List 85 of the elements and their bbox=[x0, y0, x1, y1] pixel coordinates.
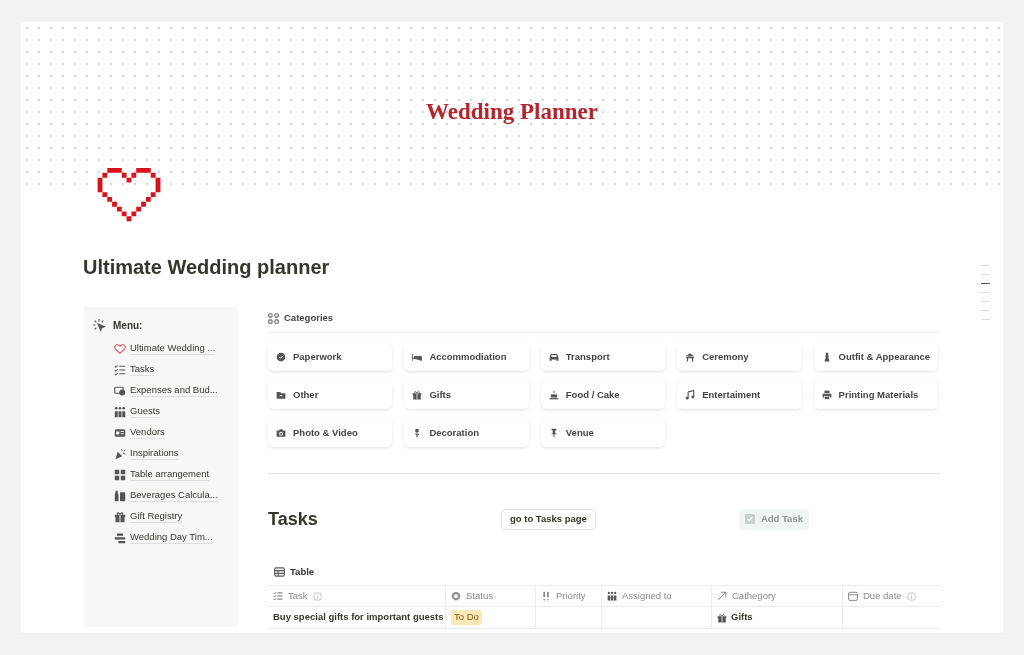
money-icon bbox=[114, 384, 126, 397]
category-card[interactable]: Paperwork bbox=[268, 343, 393, 371]
menu-link[interactable]: Expenses and Bud... bbox=[130, 384, 218, 397]
grid-icon bbox=[268, 312, 279, 324]
category-card[interactable]: Photo & Video bbox=[268, 419, 393, 447]
gift-icon bbox=[114, 510, 126, 523]
cover-title: Wedding Planner bbox=[426, 98, 598, 127]
category-label: Paperwork bbox=[293, 349, 342, 364]
categories-label: Categories bbox=[284, 310, 334, 325]
menu-link[interactable]: Guests bbox=[130, 405, 161, 418]
category-card[interactable]: Entertaiment bbox=[677, 381, 802, 409]
checklist-icon bbox=[114, 363, 126, 376]
checklist-icon bbox=[273, 591, 283, 601]
category-label: Entertaiment bbox=[702, 387, 761, 402]
heart-icon bbox=[114, 342, 126, 355]
category-label: Outfit & Appearance bbox=[838, 349, 931, 364]
bed-icon bbox=[412, 352, 423, 362]
check-badge-icon bbox=[276, 352, 286, 362]
people-icon bbox=[607, 591, 617, 601]
menu-link[interactable]: Ultimate Wedding ... bbox=[130, 342, 216, 355]
category-card[interactable]: Accommodiation bbox=[404, 343, 529, 371]
category-card[interactable]: Food / Cake bbox=[540, 381, 666, 409]
menu-link[interactable]: Table arrangement bbox=[130, 468, 210, 481]
gift-icon bbox=[717, 612, 727, 623]
table-icon bbox=[274, 567, 285, 577]
party-popper-icon bbox=[114, 447, 126, 460]
category-card[interactable]: Printing Materials bbox=[813, 381, 938, 409]
column-header[interactable]: Task bbox=[268, 586, 446, 606]
page-title: Ultimate Wedding planner bbox=[83, 255, 330, 280]
category-card[interactable]: Transport bbox=[540, 343, 666, 371]
category-label: Photo & Video bbox=[293, 425, 358, 440]
menu-link[interactable]: Gift Registry bbox=[130, 510, 183, 523]
camera-icon bbox=[276, 428, 286, 438]
view-tab[interactable]: Table bbox=[290, 564, 315, 580]
category-label: Accommodiation bbox=[429, 349, 507, 364]
printer-icon bbox=[821, 390, 832, 400]
category-label: Decoration bbox=[429, 425, 479, 440]
category-card[interactable]: Ceremony bbox=[677, 343, 802, 371]
column-header[interactable]: Status bbox=[446, 586, 536, 606]
double-exclamation-icon bbox=[541, 591, 551, 601]
info-icon bbox=[906, 591, 916, 601]
category-label: Ceremony bbox=[702, 349, 749, 364]
category-card[interactable]: Gifts bbox=[404, 381, 529, 409]
category-card[interactable]: Venue bbox=[540, 419, 666, 447]
car-icon bbox=[548, 352, 559, 362]
checkbox-icon bbox=[744, 514, 755, 524]
category-tag: Gifts bbox=[731, 610, 753, 625]
menu-link[interactable]: Tasks bbox=[130, 363, 155, 376]
category-card[interactable]: Outfit & Appearance bbox=[813, 343, 938, 371]
category-label: Other bbox=[293, 387, 319, 402]
menu-link[interactable]: Beverages Calcula... bbox=[130, 489, 218, 502]
category-label: Gifts bbox=[429, 387, 452, 402]
people-icon bbox=[114, 405, 126, 418]
category-label: Transport bbox=[565, 349, 610, 364]
info-icon bbox=[312, 591, 322, 601]
column-header[interactable]: Due date bbox=[843, 586, 940, 606]
id-card-icon bbox=[114, 426, 126, 439]
sparkle-cursor-icon bbox=[92, 318, 106, 332]
menu-label: Menu: bbox=[113, 318, 143, 333]
column-header[interactable]: Priority bbox=[536, 586, 602, 606]
bottles-icon bbox=[114, 489, 126, 502]
pavilion-icon bbox=[685, 352, 696, 362]
calendar-icon bbox=[848, 591, 858, 601]
menu-link[interactable]: Vendors bbox=[130, 426, 165, 439]
column-header[interactable]: Cathegory bbox=[712, 586, 843, 606]
table-cell: Buy special gifts for important guests bbox=[273, 610, 444, 625]
music-note-icon bbox=[685, 390, 696, 400]
category-label: Printing Materials bbox=[838, 387, 919, 402]
status-icon bbox=[451, 591, 461, 601]
grid-icon bbox=[114, 468, 126, 481]
box-icon bbox=[276, 390, 286, 400]
cake-icon bbox=[548, 390, 559, 400]
menu-link[interactable]: Inspirations bbox=[130, 447, 179, 460]
tasks-page-button[interactable]: go to Tasks page bbox=[501, 508, 596, 530]
gift-icon bbox=[412, 390, 423, 400]
category-card[interactable]: Decoration bbox=[404, 419, 529, 447]
category-label: Venue bbox=[565, 425, 594, 440]
column-header[interactable]: Assigned to bbox=[602, 586, 712, 606]
category-label: Food / Cake bbox=[565, 387, 620, 402]
section-heading: Tasks bbox=[268, 507, 319, 531]
menu-link[interactable]: Wedding Day Tim... bbox=[130, 531, 213, 544]
status-tag: To Do bbox=[451, 610, 482, 625]
diagonal-arrow-icon bbox=[717, 591, 727, 601]
stacked-bars-icon bbox=[114, 531, 126, 544]
category-card[interactable]: Other bbox=[268, 381, 393, 409]
